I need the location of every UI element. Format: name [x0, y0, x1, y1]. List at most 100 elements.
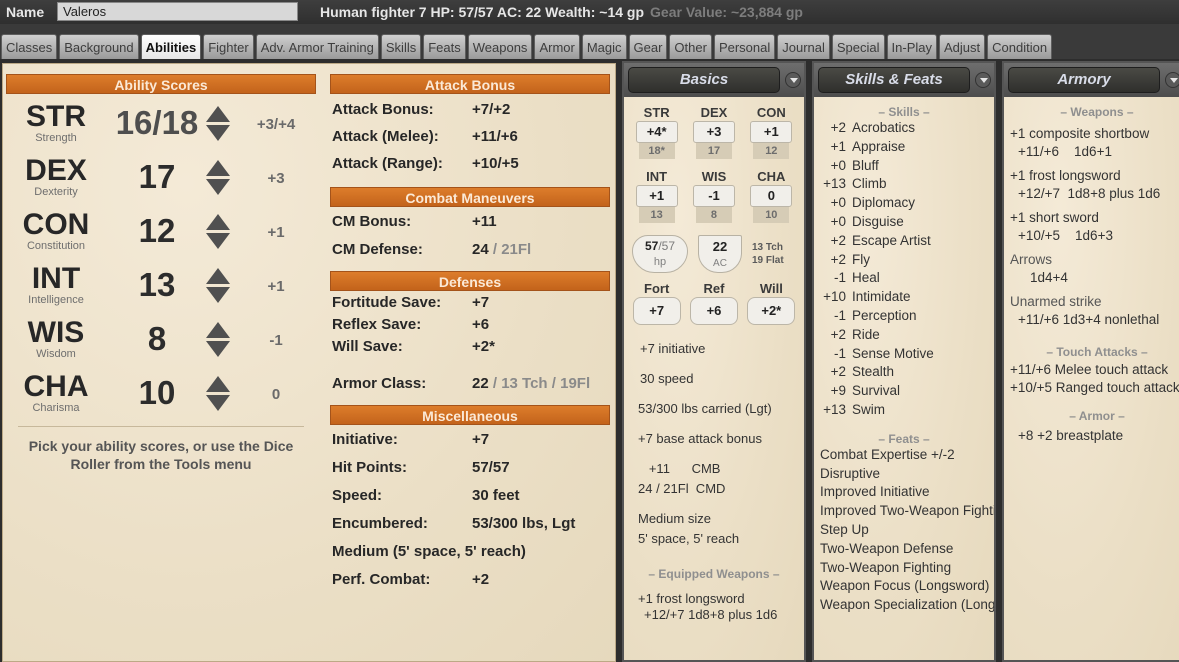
decrease-arrow-icon[interactable] — [206, 341, 230, 357]
increase-arrow-icon[interactable] — [206, 322, 230, 338]
tab-condition[interactable]: Condition — [987, 34, 1053, 59]
skill-row[interactable]: +13 Climb — [814, 175, 994, 194]
stat-modifier[interactable]: +3 — [692, 121, 735, 143]
feat-item[interactable]: Weapon Focus (Longsword) — [814, 577, 994, 596]
feat-item[interactable]: Improved Initiative — [814, 483, 994, 502]
tab-abilities[interactable]: Abilities — [140, 34, 202, 59]
feat-item[interactable]: Disruptive — [814, 465, 994, 484]
weapon-name[interactable]: +1 short sword — [1004, 209, 1179, 227]
decrease-arrow-icon[interactable] — [206, 395, 230, 411]
skills-feats-title[interactable]: Skills & Feats — [818, 67, 970, 93]
skill-row[interactable]: +1 Appraise — [814, 138, 994, 157]
stat-modifier[interactable]: +1 — [635, 185, 678, 207]
arrows-name: Arrows — [1010, 252, 1053, 267]
weapons-header: – Weapons – — [1060, 105, 1134, 119]
skill-name: Disguise — [852, 213, 904, 229]
tab-weapons[interactable]: Weapons — [467, 34, 533, 59]
skill-row[interactable]: +13 Swim — [814, 401, 994, 420]
divider — [18, 426, 304, 427]
feat-item[interactable]: Improved Two-Weapon Fighting — [814, 502, 994, 521]
tab-adjust[interactable]: Adjust — [939, 34, 986, 59]
skill-row[interactable]: -1 Perception — [814, 307, 994, 326]
skill-row[interactable]: -1 Sense Motive — [814, 345, 994, 364]
skill-row[interactable]: +2 Ride — [814, 326, 994, 345]
armor-item[interactable]: +8 +2 breastplate — [1004, 427, 1179, 445]
decrease-arrow-icon[interactable] — [206, 233, 230, 249]
tab-special[interactable]: Special — [831, 34, 885, 59]
skill-row[interactable]: +0 Disguise — [814, 213, 994, 232]
tab-gear[interactable]: Gear — [628, 34, 668, 59]
skill-row[interactable]: +0 Bluff — [814, 157, 994, 176]
tab-skills[interactable]: Skills — [380, 34, 422, 59]
unarmed-stats: +11/+6 1d3+4 nonlethal — [1018, 312, 1160, 327]
feat-item[interactable]: Weapon Specialization (Longsword) — [814, 596, 994, 615]
decrease-arrow-icon[interactable] — [206, 125, 230, 141]
feat-item[interactable]: Step Up — [814, 521, 994, 540]
stat-label: Attack (Range): — [332, 155, 443, 172]
tab-adv-armor-training[interactable]: Adv. Armor Training — [255, 34, 379, 59]
hp-max: /57 — [658, 239, 676, 253]
skill-row[interactable]: +0 Diplomacy — [814, 194, 994, 213]
ability-abbr: DEX — [25, 154, 87, 187]
character-name-input[interactable] — [57, 2, 298, 21]
skill-row[interactable]: +9 Survival — [814, 382, 994, 401]
armory-title[interactable]: Armory — [1008, 67, 1160, 93]
stat-value: 57/57 — [472, 458, 510, 476]
hp-current: 57 — [644, 239, 659, 253]
ability-abbr: WIS — [27, 316, 85, 349]
skill-row[interactable]: +2 Acrobatics — [814, 119, 994, 138]
tab-in-play[interactable]: In-Play — [886, 34, 937, 59]
save-label: Ref — [703, 281, 725, 296]
feat-item[interactable]: Two-Weapon Fighting — [814, 559, 994, 578]
skill-row[interactable]: +2 Escape Artist — [814, 232, 994, 251]
feat-item[interactable]: Combat Expertise +/-2 — [814, 446, 994, 465]
save-value[interactable]: +7 — [632, 297, 681, 325]
armory-dropdown-icon[interactable] — [1165, 72, 1179, 88]
tab-fighter[interactable]: Fighter — [203, 34, 254, 59]
increase-arrow-icon[interactable] — [206, 106, 230, 122]
increase-arrow-icon[interactable] — [206, 214, 230, 230]
stat-modifier[interactable]: 0 — [750, 185, 793, 207]
skill-row[interactable]: +2 Fly — [814, 251, 994, 270]
increase-arrow-icon[interactable] — [206, 268, 230, 284]
tab-other[interactable]: Other — [669, 34, 712, 59]
basic-stat-wis: WIS -1 8 — [690, 169, 738, 223]
weapon-name[interactable]: +1 composite shortbow — [1004, 125, 1179, 143]
ability-scores-section: Ability Scores STR Strength 16/18 +3/+4 DEX D… — [6, 74, 316, 473]
skill-row[interactable]: +10 Intimidate — [814, 288, 994, 307]
increase-arrow-icon[interactable] — [206, 160, 230, 176]
skill-row[interactable]: -1 Heal — [814, 269, 994, 288]
save-value[interactable]: +6 — [689, 297, 738, 325]
decrease-arrow-icon[interactable] — [206, 287, 230, 303]
tab-classes[interactable]: Classes — [1, 34, 58, 59]
stat-modifier[interactable]: -1 — [692, 185, 735, 207]
perf-combat-label: Perf. Combat: — [332, 570, 431, 588]
ability-row-int: INT Intelligence 13 +1 — [6, 256, 316, 310]
ability-hint: Pick your ability scores, or use the Dic… — [28, 438, 294, 472]
stat-value: +7 — [472, 430, 490, 448]
tab-magic[interactable]: Magic — [581, 34, 627, 59]
ability-modifier: +1 — [267, 224, 285, 241]
feat-item[interactable]: Two-Weapon Defense — [814, 540, 994, 559]
tab-feats[interactable]: Feats — [423, 34, 466, 59]
basics-title[interactable]: Basics — [628, 67, 780, 93]
skills-feats-dropdown-icon[interactable] — [975, 72, 991, 88]
save-value[interactable]: +2* — [747, 297, 796, 325]
tab-armor[interactable]: Armor — [534, 34, 580, 59]
tab-background[interactable]: Background — [59, 34, 139, 59]
stat-modifier[interactable]: +4* — [635, 121, 678, 143]
tab-personal[interactable]: Personal — [713, 34, 776, 59]
ability-score-value: 12 — [138, 212, 176, 249]
increase-arrow-icon[interactable] — [206, 376, 230, 392]
basics-dropdown-icon[interactable] — [785, 72, 801, 88]
decrease-arrow-icon[interactable] — [206, 179, 230, 195]
skill-name: Intimidate — [852, 289, 911, 305]
skill-row[interactable]: +2 Stealth — [814, 363, 994, 382]
stat-row: Encumbered: 53/300 lbs, Lgt — [330, 509, 610, 537]
tab-journal[interactable]: Journal — [777, 34, 830, 59]
stat-modifier[interactable]: +1 — [750, 121, 793, 143]
ability-row-dex: DEX Dexterity 17 +3 — [6, 148, 316, 202]
ac-breakdown: 13 Tch 19 Flat — [752, 241, 784, 267]
weapon-name[interactable]: +1 frost longsword — [1004, 167, 1179, 185]
skill-name: Escape Artist — [852, 232, 931, 248]
